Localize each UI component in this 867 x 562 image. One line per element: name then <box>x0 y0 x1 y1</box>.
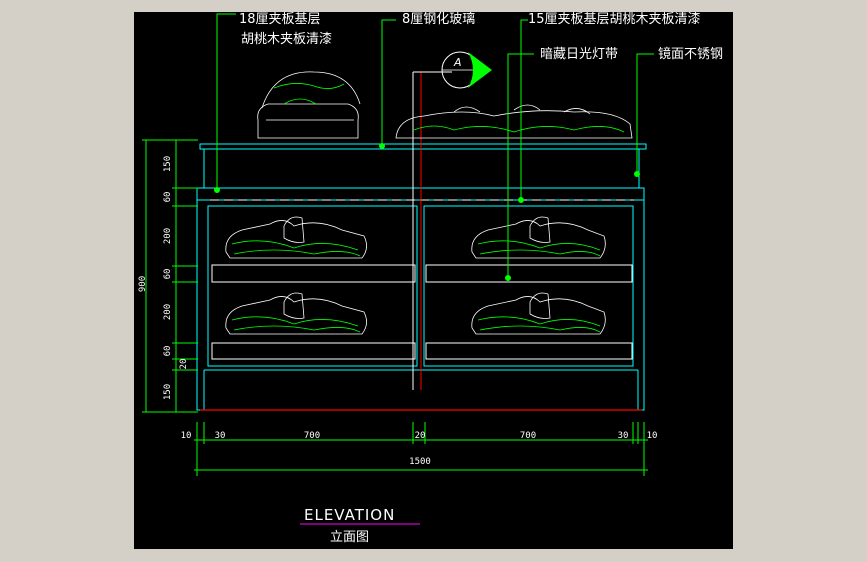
dim-width-total: 1500 <box>409 457 431 467</box>
shelf-right-upper <box>425 264 633 283</box>
section-marker-letter: A <box>453 56 462 69</box>
dim-v-4: 60 <box>163 269 173 280</box>
dim-v-5: 200 <box>163 304 173 320</box>
elevation-drawing: A 18厘夹板基层 胡桃木夹板清漆 8厘钢化玻璃 15厘夹板基层胡桃木夹板清漆 … <box>138 12 723 545</box>
shelf-left-upper <box>211 264 416 283</box>
clothes-stack-top <box>257 71 361 139</box>
glass-top <box>199 143 647 150</box>
compartment-left <box>207 205 418 367</box>
dim-v-3: 200 <box>163 228 173 244</box>
clothes-row-top-right <box>395 104 633 139</box>
folded-clothes <box>225 71 633 335</box>
dim-height-total: 900 <box>138 276 148 292</box>
dim-h-2: 30 <box>215 431 226 441</box>
dim-h-6: 30 <box>618 431 629 441</box>
dim-v-2: 60 <box>163 192 173 203</box>
title-chinese: 立面图 <box>330 530 369 545</box>
annotation-walnut-veneer: 胡桃木夹板清漆 <box>241 31 332 47</box>
dim-h-1: 10 <box>181 431 192 441</box>
annotation-tempered-glass: 8厘钢化玻璃 <box>402 12 475 27</box>
dim-h-7: 10 <box>647 431 658 441</box>
dim-v-1: 150 <box>163 156 173 172</box>
clothes-left-upper <box>225 216 367 259</box>
annotation-plywood-base-18: 18厘夹板基层 <box>239 12 321 27</box>
compartment-right <box>423 205 634 367</box>
dim-v-6: 60 <box>163 346 173 357</box>
clothes-right-lower <box>471 292 606 335</box>
cad-drawing-canvas: A 18厘夹板基层 胡桃木夹板清漆 8厘钢化玻璃 15厘夹板基层胡桃木夹板清漆 … <box>134 12 733 549</box>
shelf-left-lower <box>211 342 416 360</box>
annotation-mirror-steel: 镜面不锈钢 <box>658 47 723 62</box>
section-marker: A <box>413 51 492 89</box>
shelf-right-lower <box>425 342 633 360</box>
annotation-hidden-light-strip: 暗藏日光灯带 <box>540 47 618 62</box>
annotation-plywood-base-15: 15厘夹板基层胡桃木夹板清漆 <box>528 12 701 27</box>
horizontal-dimension-labels: 10 30 700 20 700 30 10 1500 <box>181 431 658 467</box>
drawing-title: ELEVATION 立面图 <box>300 506 420 545</box>
dim-h-3: 700 <box>304 431 320 441</box>
dim-v-7: 20 <box>179 359 189 370</box>
dim-h-5: 700 <box>520 431 536 441</box>
clothes-left-lower <box>225 292 367 335</box>
dim-v-8: 150 <box>163 384 173 400</box>
clothes-right-upper <box>471 216 606 259</box>
dim-h-4: 20 <box>415 431 426 441</box>
title-english: ELEVATION <box>304 506 395 524</box>
